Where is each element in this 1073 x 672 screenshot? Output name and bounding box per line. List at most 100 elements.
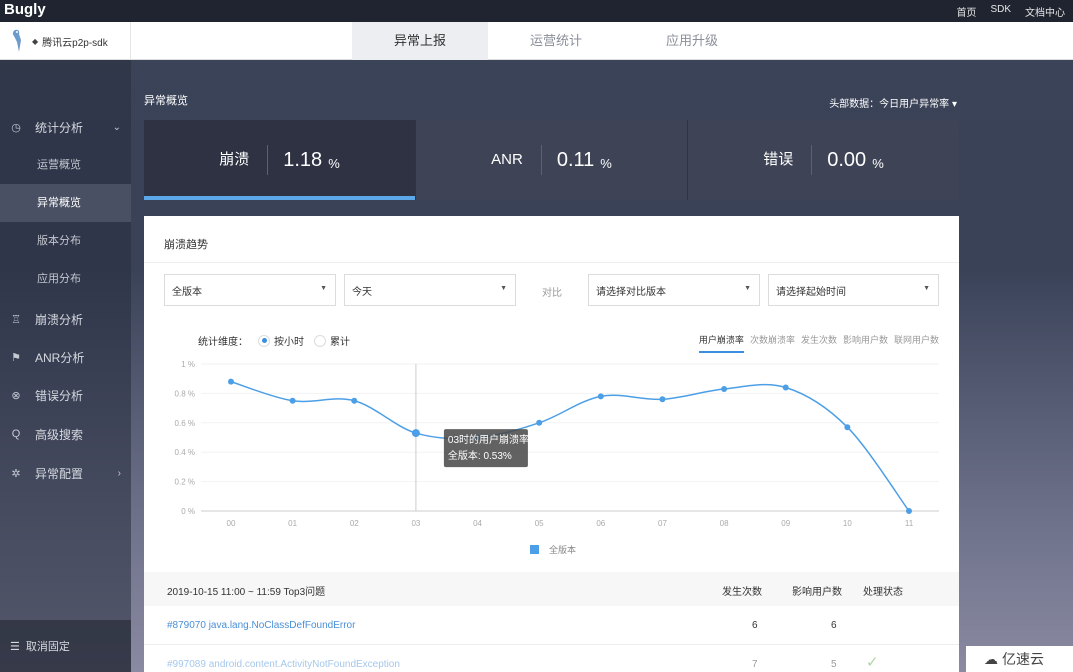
app-name: 腾讯云p2p-sdk [42, 37, 108, 49]
sidebar-item-label: ANR分析 [35, 350, 85, 365]
issue-link[interactable]: #997089 android.content.ActivityNotFound… [167, 659, 400, 670]
issue-users: 5 [831, 659, 837, 670]
data-point [844, 424, 851, 431]
date-select-value: 今天 [352, 286, 372, 298]
metric-count-crash-rate[interactable]: 次数崩溃率 [750, 333, 795, 353]
sidebar-item-anr-analysis[interactable]: ⚑ ANR分析 [0, 338, 131, 376]
data-point [351, 397, 358, 404]
radio-hourly-label[interactable]: 按小时 [274, 333, 304, 348]
watermark-text: 亿速云 [1002, 651, 1044, 667]
sidebar-item-stats-analysis[interactable]: ◷ 统计分析 ⌄ [0, 108, 131, 146]
cloud-icon: ☁ [984, 650, 998, 667]
sidebar-sub-operation-overview[interactable]: 运营概览 [0, 146, 131, 184]
tab-operation-stats[interactable]: 运营统计 [488, 22, 624, 60]
stat-card-anr[interactable]: ANR 0.11 % [416, 120, 688, 200]
unpin-sidebar-button[interactable]: ☰ 取消固定 [0, 620, 131, 672]
date-select[interactable]: 今天 ▼ [344, 274, 516, 306]
x-tick-label: 04 [473, 519, 482, 528]
section-title: 异常概览 [144, 95, 188, 107]
x-tick-label: 11 [905, 519, 914, 528]
data-point [411, 429, 420, 438]
compare-label: 对比 [542, 288, 562, 299]
compare-version-select[interactable]: 请选择对比版本 ▼ [588, 274, 760, 306]
top-issues-header: 2019-10-15 11:00 ~ 11:59 Top3问题 发生次数 影响用… [144, 572, 959, 606]
metric-networked-users[interactable]: 联网用户数 [894, 333, 939, 353]
x-tick-label: 05 [535, 519, 544, 528]
radio-cumulative[interactable] [314, 334, 326, 347]
caret-down-icon: ▼ [500, 285, 507, 292]
sidebar-item-exception-config[interactable]: ✲ 异常配置 › [0, 454, 131, 492]
radio-hourly[interactable] [258, 334, 270, 347]
top-issues-heading: 2019-10-15 11:00 ~ 11:59 Top3问题 [167, 587, 326, 598]
gear-icon: ✲ [11, 467, 21, 480]
y-tick-label: 0 % [181, 507, 195, 516]
crash-icon: ♖ [11, 313, 21, 326]
stat-label: 错误 [763, 145, 813, 175]
y-tick-label: 0.6 % [175, 419, 195, 428]
tab-app-upgrade[interactable]: 应用升级 [624, 22, 760, 60]
compare-version-value: 请选择对比版本 [596, 286, 666, 298]
data-point [536, 419, 543, 426]
data-point [721, 385, 728, 392]
anr-icon: ⚑ [11, 351, 21, 364]
col-occurrences: 发生次数 [722, 587, 762, 598]
issue-link[interactable]: #879070 java.lang.NoClassDefFoundError [167, 620, 355, 631]
stat-card-crash[interactable]: 崩溃 1.18 % [144, 120, 416, 200]
stat-card-error[interactable]: 错误 0.00 % [688, 120, 959, 200]
legend-label: 全版本 [549, 544, 576, 555]
issue-users: 6 [831, 620, 837, 631]
x-tick-label: 08 [720, 519, 729, 528]
version-select[interactable]: 全版本 ▼ [164, 274, 336, 306]
metric-affected-users[interactable]: 影响用户数 [843, 333, 888, 353]
sidebar-sub-exception-overview[interactable]: 异常概览 [0, 184, 131, 222]
sidebar: ◷ 统计分析 ⌄ 运营概览 异常概览 版本分布 应用分布 ♖ 崩溃分析 ⚑ AN… [0, 60, 131, 672]
caret-down-icon: ▼ [320, 285, 327, 292]
x-tick-label: 00 [227, 519, 236, 528]
app-selector[interactable]: ◆ 腾讯云p2p-sdk [0, 22, 131, 60]
x-tick-label: 02 [350, 519, 359, 528]
dimension-label: 统计维度： [198, 337, 248, 348]
sidebar-item-label: 高级搜索 [35, 427, 84, 442]
crash-trend-card: 崩溃趋势 全版本 ▼ 今天 ▼ 对比 请选择对比版本 ▼ 请选择起始时间 ▼ 统计维度：… [144, 216, 959, 672]
sidebar-item-error-analysis[interactable]: ⊗ 错误分析 [0, 376, 131, 414]
sidebar-sub-app-distribution[interactable]: 应用分布 [0, 260, 131, 298]
header-data-label: 头部数据：今日用户异常率 [829, 99, 950, 110]
radio-cumulative-label[interactable]: 累计 [330, 333, 350, 348]
stat-panel: 崩溃 1.18 % ANR 0.11 % 错误 0.00 % [144, 120, 959, 200]
list-icon: ☰ [10, 640, 20, 653]
brand-logo[interactable]: Bugly [4, 1, 46, 18]
x-tick-label: 09 [781, 519, 790, 528]
sidebar-item-label: 统计分析 [35, 120, 84, 135]
sidebar-item-label: 异常配置 [35, 466, 84, 481]
docs-link[interactable]: 文档中心 [1025, 4, 1065, 19]
metric-user-crash-rate[interactable]: 用户崩溃率 [698, 333, 744, 353]
divider [144, 262, 959, 263]
sidebar-item-label: 崩溃分析 [35, 312, 84, 327]
data-point [906, 508, 912, 514]
tab-crash-report[interactable]: 异常上报 [352, 22, 488, 60]
x-tick-label: 06 [596, 519, 605, 528]
issue-count: 6 [752, 620, 758, 631]
stat-value: 1.18 [283, 148, 323, 171]
sidebar-sub-version-distribution[interactable]: 版本分布 [0, 222, 131, 260]
caret-down-icon: ▼ [744, 285, 751, 292]
table-row[interactable]: #997089 android.content.ActivityNotFound… [144, 645, 959, 672]
stat-label: 崩溃 [219, 145, 269, 175]
sidebar-item-crash-analysis[interactable]: ♖ 崩溃分析 [0, 300, 131, 338]
bugly-bird-icon [12, 29, 21, 52]
home-link[interactable]: 首页 [956, 4, 976, 19]
sdk-link[interactable]: SDK [990, 4, 1011, 19]
stat-unit: % [600, 155, 612, 171]
x-tick-label: 03 [411, 519, 420, 528]
stat-label: ANR [491, 145, 542, 175]
sidebar-item-advanced-search[interactable]: Q 高级搜索 [0, 415, 131, 453]
start-time-value: 请选择起始时间 [776, 286, 846, 298]
x-tick-label: 10 [843, 519, 852, 528]
header-data-select[interactable]: 头部数据：今日用户异常率 ▾ [829, 95, 957, 110]
metric-occurrences[interactable]: 发生次数 [801, 333, 837, 353]
start-time-select[interactable]: 请选择起始时间 ▼ [768, 274, 939, 306]
data-point [597, 393, 604, 400]
table-row[interactable]: #879070 java.lang.NoClassDefFoundError 6… [144, 606, 959, 645]
stat-unit: % [328, 155, 340, 171]
y-tick-label: 0.4 % [175, 448, 195, 457]
